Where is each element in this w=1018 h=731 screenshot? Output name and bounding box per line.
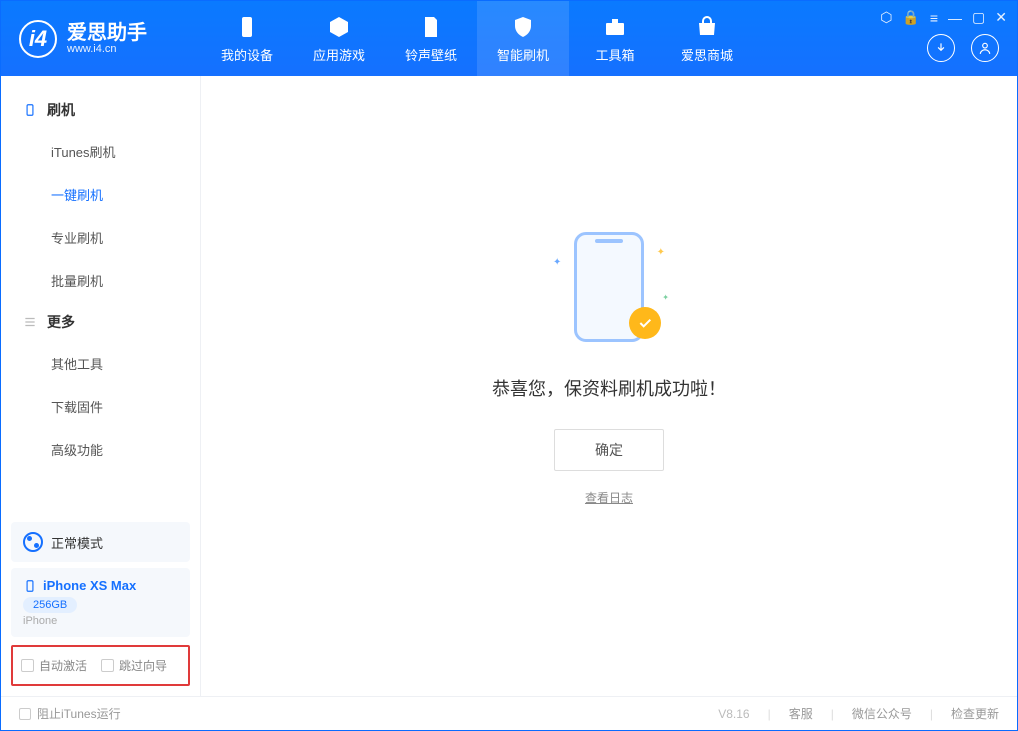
nav-flash[interactable]: 智能刷机	[477, 1, 569, 76]
phone-icon	[235, 15, 259, 39]
body: 刷机 iTunes刷机 一键刷机 专业刷机 批量刷机 更多 其他工具 下载固件 …	[1, 76, 1017, 696]
check-update-link[interactable]: 检查更新	[951, 705, 999, 722]
sidebar-scroll: 刷机 iTunes刷机 一键刷机 专业刷机 批量刷机 更多 其他工具 下载固件 …	[1, 76, 200, 516]
phone-outline-icon	[23, 579, 37, 593]
device-type: iPhone	[23, 615, 178, 627]
device-card[interactable]: iPhone XS Max 256GB iPhone	[11, 568, 190, 637]
sidebar-item-advanced[interactable]: 高级功能	[1, 428, 200, 471]
app-title: 爱思助手	[67, 23, 147, 43]
shield-icon	[511, 15, 535, 39]
device-icon	[23, 103, 37, 117]
success-check-icon	[629, 307, 661, 339]
skip-guide-checkbox[interactable]: 跳过向导	[101, 657, 167, 674]
nav-my-device[interactable]: 我的设备	[201, 1, 293, 76]
auto-activate-checkbox[interactable]: 自动激活	[21, 657, 87, 674]
sparkle-icon: ✦	[662, 293, 669, 302]
menu-icon[interactable]: ≡	[930, 10, 938, 26]
mode-label: 正常模式	[51, 533, 103, 552]
sidebar-item-other-tools[interactable]: 其他工具	[1, 342, 200, 385]
main-content: ✦ ✦ ✦ 恭喜您，保资料刷机成功啦！ 确定 查看日志	[201, 76, 1017, 696]
view-log-link[interactable]: 查看日志	[585, 489, 633, 506]
download-button[interactable]	[927, 34, 955, 62]
support-link[interactable]: 客服	[789, 705, 813, 722]
maximize-button[interactable]: ▢	[972, 9, 985, 26]
lock-icon[interactable]: 🔒	[902, 9, 919, 26]
app-subtitle: www.i4.cn	[67, 43, 147, 55]
sidebar-item-download-firmware[interactable]: 下载固件	[1, 385, 200, 428]
store-icon	[695, 15, 719, 39]
nav-apps-games[interactable]: 应用游戏	[293, 1, 385, 76]
sidebar-group-more: 更多	[1, 302, 200, 342]
sidebar-item-batch-flash[interactable]: 批量刷机	[1, 259, 200, 302]
window-controls: ⬡ 🔒 ≡ — ▢ ✕	[880, 9, 1007, 26]
checkbox-icon	[101, 659, 114, 672]
cube-icon	[327, 15, 351, 39]
sidebar-bottom: 正常模式 iPhone XS Max 256GB iPhone 自动激活 跳过向…	[1, 516, 200, 696]
footer: 阻止iTunes运行 V8.16 | 客服 | 微信公众号 | 检查更新	[1, 696, 1017, 730]
logo: i4 爱思助手 www.i4.cn	[1, 20, 201, 58]
device-storage-badge: 256GB	[23, 597, 77, 613]
close-button[interactable]: ✕	[995, 9, 1007, 26]
device-name-row: iPhone XS Max	[23, 578, 178, 593]
mode-icon	[23, 532, 43, 552]
header-right-icons	[927, 34, 999, 62]
version-label: V8.16	[718, 707, 749, 721]
list-icon	[23, 315, 37, 329]
header: i4 爱思助手 www.i4.cn 我的设备 应用游戏 铃声壁纸 智能刷机	[1, 1, 1017, 76]
sparkle-icon: ✦	[553, 257, 561, 268]
sidebar-group-flash: 刷机	[1, 90, 200, 130]
device-name: iPhone XS Max	[43, 578, 136, 593]
tshirt-icon[interactable]: ⬡	[880, 9, 892, 26]
logo-text: 爱思助手 www.i4.cn	[67, 23, 147, 55]
toolbox-icon	[603, 15, 627, 39]
nav-store[interactable]: 爱思商城	[661, 1, 753, 76]
music-file-icon	[419, 15, 443, 39]
sidebar-item-itunes-flash[interactable]: iTunes刷机	[1, 130, 200, 173]
nav-toolbox[interactable]: 工具箱	[569, 1, 661, 76]
footer-left: 阻止iTunes运行	[19, 705, 121, 722]
success-illustration: ✦ ✦ ✦	[549, 227, 669, 347]
app-window: i4 爱思助手 www.i4.cn 我的设备 应用游戏 铃声壁纸 智能刷机	[0, 0, 1018, 731]
wechat-link[interactable]: 微信公众号	[852, 705, 912, 722]
checkbox-icon	[19, 708, 31, 720]
sidebar: 刷机 iTunes刷机 一键刷机 专业刷机 批量刷机 更多 其他工具 下载固件 …	[1, 76, 201, 696]
minimize-button[interactable]: —	[948, 10, 962, 26]
mode-card[interactable]: 正常模式	[11, 522, 190, 562]
footer-right: V8.16 | 客服 | 微信公众号 | 检查更新	[718, 705, 999, 722]
highlight-checkbox-row: 自动激活 跳过向导	[11, 645, 190, 686]
success-message: 恭喜您，保资料刷机成功啦！	[492, 375, 726, 401]
sparkle-icon: ✦	[657, 247, 665, 258]
block-itunes-checkbox[interactable]: 阻止iTunes运行	[19, 705, 121, 722]
app-logo-icon: i4	[19, 20, 57, 58]
user-button[interactable]	[971, 34, 999, 62]
sidebar-item-pro-flash[interactable]: 专业刷机	[1, 216, 200, 259]
top-nav: 我的设备 应用游戏 铃声壁纸 智能刷机 工具箱 爱思商城	[201, 1, 753, 76]
sidebar-item-oneclick-flash[interactable]: 一键刷机	[1, 173, 200, 216]
ok-button[interactable]: 确定	[554, 429, 664, 471]
nav-ringtones[interactable]: 铃声壁纸	[385, 1, 477, 76]
checkbox-icon	[21, 659, 34, 672]
